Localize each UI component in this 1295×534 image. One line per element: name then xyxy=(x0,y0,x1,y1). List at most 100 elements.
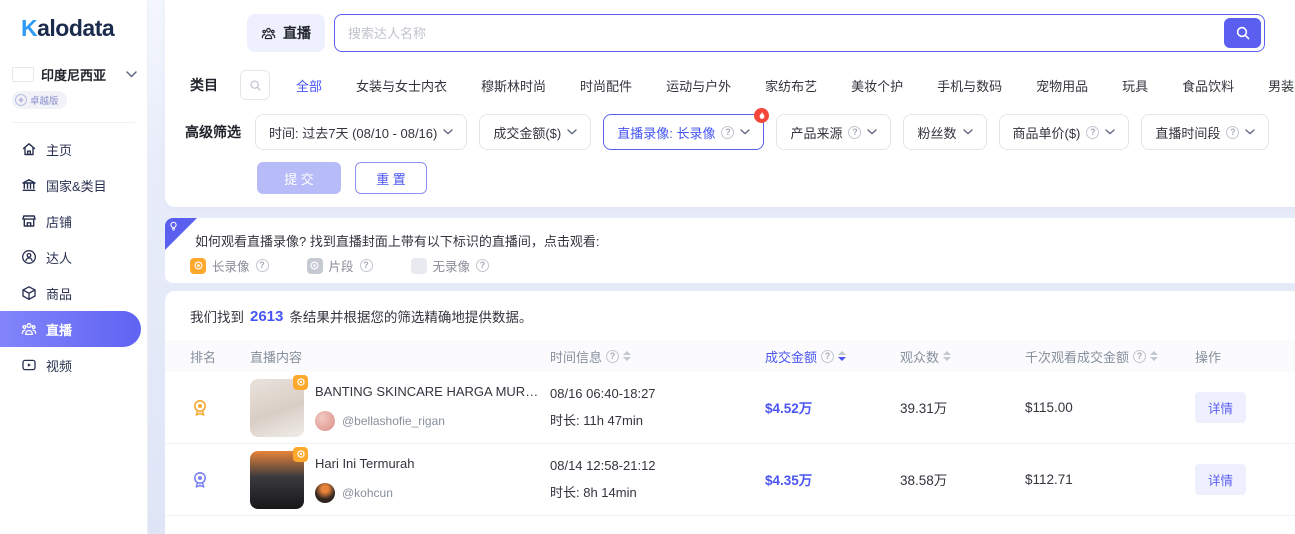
creator-link[interactable]: @bellashofie_rigan xyxy=(315,411,543,431)
filter-product-source-label: 产品来源 xyxy=(790,125,843,141)
category-search-button[interactable] xyxy=(240,70,270,100)
info-icon[interactable]: ? xyxy=(255,259,269,272)
category-option-all[interactable]: 全部 xyxy=(296,76,322,95)
legend-clip: 片段 ? xyxy=(306,256,373,275)
category-option[interactable]: 手机与数码 xyxy=(937,76,1002,95)
category-option[interactable]: 玩具 xyxy=(1122,76,1148,95)
search-button[interactable] xyxy=(1224,18,1261,48)
info-icon[interactable]: ? xyxy=(1086,125,1100,139)
info-icon[interactable]: ? xyxy=(821,349,835,363)
sidebar-item-home[interactable]: 主页 xyxy=(0,131,147,167)
sort-icon[interactable] xyxy=(943,351,952,361)
sidebar-item-videos[interactable]: 视频 xyxy=(0,347,147,383)
logo-letter-k: K xyxy=(21,15,38,41)
info-icon[interactable]: ? xyxy=(1226,125,1240,139)
sort-icon[interactable] xyxy=(1150,351,1159,361)
filter-timeslot-dropdown[interactable]: 直播时间段 ? xyxy=(1141,114,1270,150)
creator-avatar xyxy=(315,483,335,503)
category-option[interactable]: 女装与女士内衣 xyxy=(356,76,447,95)
replay-help-banner: 如何观看直播录像? 找到直播封面上带有以下标识的直播间，点击观看: 长录像 ? … xyxy=(165,218,1295,283)
info-icon[interactable]: ? xyxy=(848,125,862,139)
info-icon[interactable]: ? xyxy=(606,349,620,363)
sidebar-item-live[interactable]: 直播 xyxy=(0,311,141,347)
live-title[interactable]: Hari Ini Termurah xyxy=(315,456,414,471)
header-time-info[interactable]: 时间信息 ? xyxy=(550,347,765,366)
submit-button[interactable]: 提 交 xyxy=(257,162,341,194)
results-suffix: 条结果并根据您的筛选精确地提供数据。 xyxy=(289,310,533,325)
sidebar-item-shop[interactable]: 店铺 xyxy=(0,203,147,239)
category-option[interactable]: 男装与男士内衣 xyxy=(1268,76,1295,95)
live-duration: 时长: 11h 47min xyxy=(550,413,643,428)
legend-label: 无录像 xyxy=(432,260,471,274)
legend-label: 片段 xyxy=(328,260,354,274)
viewers-value: 38.58万 xyxy=(900,473,948,488)
filter-actions: 提 交 重 置 xyxy=(257,162,427,194)
results-panel: 我们找到 2613 条结果并根据您的筛选精确地提供数据。 排名 直播内容 时间信… xyxy=(165,291,1295,534)
viewers-value: 39.31万 xyxy=(900,401,948,416)
creator-handle: @kohcun xyxy=(342,486,393,500)
info-icon[interactable]: ? xyxy=(359,259,373,272)
info-icon[interactable]: ? xyxy=(1133,349,1147,363)
header-gpm[interactable]: 千次观看成交金额 ? xyxy=(1025,347,1195,366)
category-option[interactable]: 家纺布艺 xyxy=(765,76,817,95)
sidebar-item-label: 主页 xyxy=(46,142,73,158)
chevron-down-icon xyxy=(567,129,577,135)
live-content-cell: Hari Ini Termurah @kohcun xyxy=(250,446,550,509)
sidebar-item-country-category[interactable]: 国家&类目 xyxy=(0,167,147,203)
bank-icon xyxy=(22,179,36,191)
sidebar-item-creators[interactable]: 达人 xyxy=(0,239,147,275)
category-option[interactable]: 食品饮料 xyxy=(1182,76,1234,95)
filter-gmv-dropdown[interactable]: 成交金额($) xyxy=(479,114,592,150)
gmv-cell: $4.35万 xyxy=(765,469,900,490)
main-content: 直播 类目 全部 女装与女士内衣 穆斯林时尚 时尚配件 运动与户外 家纺布艺 xyxy=(148,0,1295,534)
category-option[interactable]: 美妆个护 xyxy=(851,76,903,95)
hot-flame-badge xyxy=(754,108,770,123)
flame-icon xyxy=(759,111,765,119)
plan-badge[interactable]: 卓越版 xyxy=(12,91,67,109)
country-selector[interactable]: 印度尼西亚 xyxy=(12,65,137,84)
gmv-cell: $4.52万 xyxy=(765,397,900,418)
filter-time-label: 时间: 过去7天 (08/10 - 08/16) xyxy=(269,125,438,141)
reset-button[interactable]: 重 置 xyxy=(355,162,427,194)
category-option[interactable]: 时尚配件 xyxy=(580,76,632,95)
live-cover-thumbnail[interactable] xyxy=(250,374,308,437)
live-time-range: 08/14 12:58-21:12 xyxy=(550,458,656,473)
creator-link[interactable]: @kohcun xyxy=(315,483,414,503)
info-icon[interactable]: ? xyxy=(476,259,490,272)
sort-icon-active[interactable] xyxy=(838,351,847,361)
filter-product-source-dropdown[interactable]: 产品来源 ? xyxy=(776,114,892,150)
country-name: 印度尼西亚 xyxy=(41,68,107,83)
sidebar-item-products[interactable]: 商品 xyxy=(0,275,147,311)
live-cover-thumbnail[interactable] xyxy=(250,446,308,509)
header-gmv[interactable]: 成交金额 ? xyxy=(765,347,900,366)
results-count: 2613 xyxy=(250,307,284,325)
header-viewers[interactable]: 观众数 xyxy=(900,347,1025,366)
filter-unit-price-dropdown[interactable]: 商品单价($) ? xyxy=(998,114,1130,150)
search-row: 直播 xyxy=(247,14,1265,52)
kalodata-logo[interactable]: Kalodata xyxy=(21,15,147,42)
detail-button[interactable]: 详情 xyxy=(1195,464,1247,495)
category-list: 全部 女装与女士内衣 穆斯林时尚 时尚配件 运动与户外 家纺布艺 美妆个护 手机… xyxy=(296,76,1295,95)
no-replay-icon xyxy=(410,257,427,274)
header-live-content: 直播内容 xyxy=(250,349,303,365)
info-icon[interactable]: ? xyxy=(721,125,735,139)
filter-followers-label: 粉丝数 xyxy=(917,125,957,141)
detail-button[interactable]: 详情 xyxy=(1195,392,1247,423)
live-title[interactable]: BANTING SKINCARE HARGA MURAH YUK xyxy=(315,384,543,399)
bulb-icon xyxy=(167,220,180,233)
search-input[interactable] xyxy=(334,14,1265,52)
filter-followers-dropdown[interactable]: 粉丝数 xyxy=(903,114,987,150)
category-row: 类目 全部 女装与女士内衣 穆斯林时尚 时尚配件 运动与户外 家纺布艺 美妆个护… xyxy=(190,70,1295,100)
sort-icon[interactable] xyxy=(623,351,632,361)
table-header: 排名 直播内容 时间信息 ? 成交金额 ? 观众数 千次观看成交金额 ? 操作 xyxy=(165,340,1295,372)
category-option[interactable]: 穆斯林时尚 xyxy=(481,76,546,95)
chevron-down-icon xyxy=(1105,129,1116,135)
filter-time-dropdown[interactable]: 时间: 过去7天 (08/10 - 08/16) xyxy=(255,114,468,150)
viewers-cell: 38.58万 xyxy=(900,469,1025,490)
category-option[interactable]: 宠物用品 xyxy=(1036,76,1088,95)
product-box-icon xyxy=(22,286,36,300)
category-option[interactable]: 运动与户外 xyxy=(666,76,731,95)
chevron-down-icon xyxy=(126,71,137,78)
filter-replay-dropdown[interactable]: 直播录像: 长录像 ? xyxy=(603,108,770,150)
search-scope-live-chip[interactable]: 直播 xyxy=(247,14,325,52)
